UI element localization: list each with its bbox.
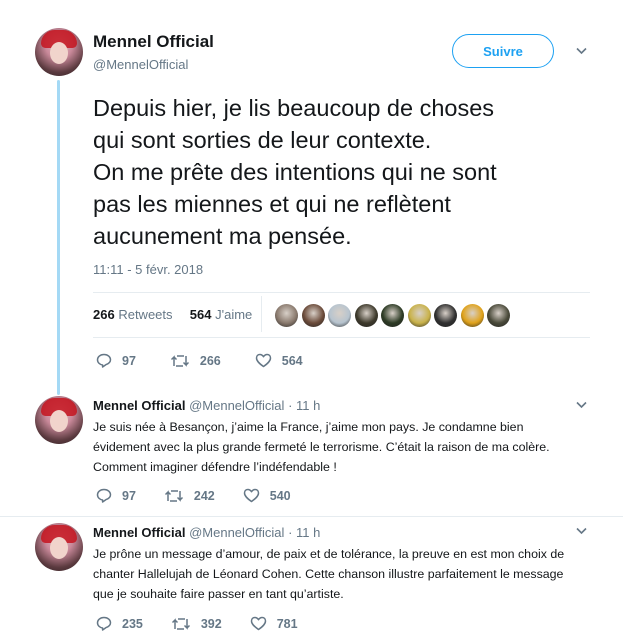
retweet-button[interactable]: 242 [164,489,215,503]
author-handle[interactable]: @MennelOfficial [189,525,284,540]
reply-count: 235 [122,616,143,631]
heart-icon [255,353,272,368]
liker-avatar[interactable] [381,304,404,327]
likes-label[interactable]: J'aime [215,307,252,322]
liker-avatar[interactable] [407,304,431,327]
reply-time[interactable]: 11 h [296,398,320,413]
stats-separator [261,296,262,332]
reply-actions: 235 392 781 [96,616,326,631]
reply-text: Je prône un message d’amour, de paix et … [93,547,565,601]
retweet-count: 266 [199,353,221,368]
thread-line [57,80,60,395]
tweet-text: Depuis hier, je lis beaucoup de choses q… [93,95,497,249]
retweet-button[interactable]: 392 [171,617,222,631]
liker-avatar[interactable] [460,304,484,327]
reply-button[interactable]: 97 [96,488,136,503]
likes-count[interactable]: 564 [190,307,212,322]
retweets-label[interactable]: Retweets [118,307,172,322]
liker-avatar[interactable] [301,304,325,327]
like-count: 781 [276,616,298,631]
retweets-count[interactable]: 266 [93,307,115,322]
retweet-button[interactable]: 266 [170,354,221,368]
avatar[interactable] [35,28,83,76]
liker-avatar[interactable] [434,304,457,327]
tweet-actions: 97 266 564 [96,353,337,368]
like-count: 540 [269,488,291,503]
reply-icon [96,488,112,503]
retweet-icon [170,354,189,367]
like-button[interactable]: 781 [250,616,298,631]
reply-count: 97 [122,353,136,368]
retweet-count: 392 [200,616,222,631]
reply-icon [96,616,112,631]
like-count: 564 [281,353,303,368]
tweet-timestamp[interactable]: 11:11 - 5 févr. 2018 [93,262,203,277]
reply-header: Mennel Official @MennelOfficial · 11 h [93,398,321,413]
divider [93,292,590,293]
divider [93,337,590,338]
author-name[interactable]: Mennel Official [93,525,185,540]
like-button[interactable]: 564 [255,353,303,368]
chevron-down-icon[interactable] [576,401,587,410]
reply-header: Mennel Official @MennelOfficial · 11 h [93,525,321,540]
heart-icon [250,616,266,631]
author-name[interactable]: Mennel Official [93,32,214,52]
reply-actions: 97 242 540 [96,488,319,503]
liker-avatar[interactable] [328,304,351,327]
retweet-count: 242 [193,488,215,503]
tweet-stats: 266 Retweets 564 J'aime [93,307,252,322]
reply-text: Je suis née à Besançon, j’aime la France… [93,420,550,474]
liker-avatar[interactable] [354,304,378,327]
author-handle[interactable]: @MennelOfficial [189,398,284,413]
reply-button[interactable]: 235 [96,616,143,631]
retweet-icon [164,489,183,502]
avatar[interactable] [35,523,83,571]
retweet-icon [171,617,190,630]
liker-avatar[interactable] [487,304,510,327]
reply-icon [96,353,112,368]
reply-time[interactable]: 11 h [296,525,320,540]
follow-button[interactable]: Suivre [452,34,554,68]
divider [0,516,623,517]
chevron-down-icon[interactable] [576,47,587,56]
author-name[interactable]: Mennel Official [93,398,185,413]
liker-avatar[interactable] [275,304,298,327]
like-button[interactable]: 540 [243,488,291,503]
heart-icon [243,488,260,503]
author-handle[interactable]: @MennelOfficial [93,57,188,72]
chevron-down-icon[interactable] [576,527,587,536]
avatar[interactable] [35,396,83,444]
reply-button[interactable]: 97 [96,353,136,368]
reply-count: 97 [122,488,136,503]
